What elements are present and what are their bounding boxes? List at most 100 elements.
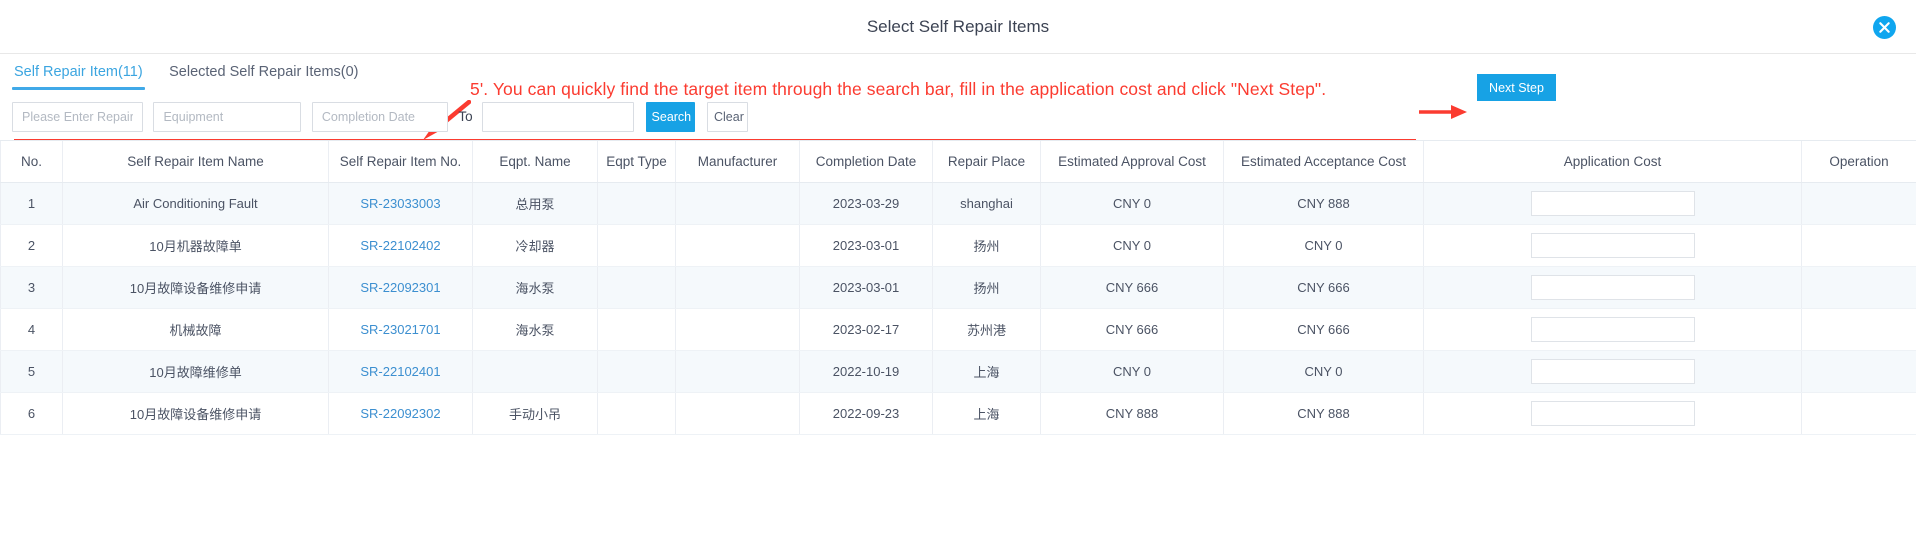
cell-eqpt-name: 冷却器 — [472, 224, 598, 267]
search-button[interactable]: Search — [645, 102, 695, 132]
col-self-repair-item-name: Self Repair Item Name — [62, 141, 329, 183]
cell-self-repair-item-no: SR-22102402 — [328, 224, 473, 267]
cell-estimated-approval-cost: CNY 666 — [1040, 308, 1224, 351]
cell-no: 4 — [0, 308, 63, 351]
table-row[interactable]: 2 10月机器故障单 SR-22102402 冷却器 2023-03-01 扬州 CNY 0… — [0, 224, 1916, 267]
cell-completion-date: 2023-03-01 — [799, 224, 933, 267]
col-repair-place: Repair Place — [932, 141, 1041, 183]
search-equipment-input[interactable] — [153, 102, 302, 132]
cell-operation — [1801, 182, 1916, 225]
search-completion-date-to-input[interactable] — [482, 102, 635, 132]
self-repair-item-no-link[interactable]: SR-23021701 — [360, 322, 440, 337]
application-cost-input[interactable] — [1530, 274, 1695, 300]
cell-estimated-approval-cost: CNY 0 — [1040, 182, 1224, 225]
self-repair-item-no-link[interactable]: SR-23033003 — [360, 196, 440, 211]
cell-application-cost — [1423, 266, 1802, 309]
cell-self-repair-item-name: 10月故障维修单 — [62, 350, 329, 393]
application-cost-input[interactable] — [1530, 190, 1695, 216]
table-row[interactable]: 1 Air Conditioning Fault SR-23033003 总用泵 202… — [0, 182, 1916, 225]
cell-estimated-acceptance-cost: CNY 666 — [1223, 266, 1424, 309]
cell-manufacturer — [675, 308, 800, 351]
cell-no: 6 — [0, 392, 63, 435]
col-estimated-acceptance-cost: Estimated Acceptance Cost — [1223, 141, 1424, 183]
cell-self-repair-item-name: 10月机器故障单 — [62, 224, 329, 267]
application-cost-input[interactable] — [1530, 316, 1695, 342]
cell-eqpt-name: 海水泵 — [472, 266, 598, 309]
cell-estimated-acceptance-cost: CNY 0 — [1223, 350, 1424, 393]
cell-application-cost — [1423, 182, 1802, 225]
self-repair-item-no-link[interactable]: SR-22102401 — [360, 364, 440, 379]
cell-completion-date: 2022-09-23 — [799, 392, 933, 435]
application-cost-input[interactable] — [1530, 400, 1695, 426]
cell-self-repair-item-no: SR-23021701 — [328, 308, 473, 351]
table-row[interactable]: 4 机械故障 SR-23021701 海水泵 2023-02-17 苏州港 CNY 666 C… — [0, 308, 1916, 351]
col-manufacturer: Manufacturer — [675, 141, 800, 183]
cell-manufacturer — [675, 266, 800, 309]
cell-estimated-acceptance-cost: CNY 888 — [1223, 392, 1424, 435]
cell-repair-place: 上海 — [932, 392, 1041, 435]
self-repair-item-no-link[interactable]: SR-22092302 — [360, 406, 440, 421]
cell-self-repair-item-name: 10月故障设备维修申请 — [62, 266, 329, 309]
col-no: No. — [0, 141, 63, 183]
search-completion-date-from-input[interactable] — [311, 102, 448, 132]
cell-operation — [1801, 308, 1916, 351]
cell-repair-place: 扬州 — [932, 266, 1041, 309]
cell-repair-place: 上海 — [932, 350, 1041, 393]
clear-button[interactable]: Clear — [706, 102, 748, 132]
cell-completion-date: 2023-02-17 — [799, 308, 933, 351]
cell-estimated-approval-cost: CNY 0 — [1040, 350, 1224, 393]
cell-self-repair-item-no: SR-23033003 — [328, 182, 473, 225]
cell-application-cost — [1423, 392, 1802, 435]
cell-application-cost — [1423, 224, 1802, 267]
cell-eqpt-name — [472, 350, 598, 393]
cell-eqpt-type — [597, 224, 676, 267]
cell-self-repair-item-name: Air Conditioning Fault — [62, 182, 329, 225]
col-eqpt-type: Eqpt Type — [597, 141, 676, 183]
cell-eqpt-type — [597, 308, 676, 351]
table-row[interactable]: 5 10月故障维修单 SR-22102401 2022-10-19 上海 CNY 0 CNY… — [0, 350, 1916, 393]
cell-application-cost — [1423, 350, 1802, 393]
table-row[interactable]: 6 10月故障设备维修申请 SR-22092302 手动小吊 2022-09-23 上海 C… — [0, 392, 1916, 435]
application-cost-input[interactable] — [1530, 358, 1695, 384]
cell-self-repair-item-name: 机械故障 — [62, 308, 329, 351]
cell-self-repair-item-no: SR-22092301 — [328, 266, 473, 309]
dialog-header: Select Self Repair Items — [0, 0, 1916, 54]
cell-manufacturer — [675, 350, 800, 393]
close-icon[interactable] — [1873, 16, 1896, 39]
col-estimated-approval-cost: Estimated Approval Cost — [1040, 141, 1224, 183]
cell-estimated-approval-cost: CNY 666 — [1040, 266, 1224, 309]
cell-no: 1 — [0, 182, 63, 225]
col-application-cost: Application Cost — [1423, 141, 1802, 183]
cell-eqpt-type — [597, 350, 676, 393]
table-header-row: No. Self Repair Item Name Self Repair It… — [0, 141, 1916, 183]
cell-eqpt-name: 海水泵 — [472, 308, 598, 351]
cell-eqpt-type — [597, 182, 676, 225]
cell-eqpt-name: 总用泵 — [472, 182, 598, 225]
cell-completion-date: 2023-03-01 — [799, 266, 933, 309]
date-range-to-label: To — [458, 109, 473, 124]
cell-operation — [1801, 350, 1916, 393]
cell-operation — [1801, 224, 1916, 267]
col-operation: Operation — [1801, 141, 1916, 183]
tab-selected-self-repair-items[interactable]: Selected Self Repair Items(0) — [167, 54, 360, 90]
table-body: 1 Air Conditioning Fault SR-23033003 总用泵 202… — [0, 182, 1916, 435]
cell-eqpt-type — [597, 392, 676, 435]
self-repair-item-no-link[interactable]: SR-22102402 — [360, 238, 440, 253]
cell-operation — [1801, 392, 1916, 435]
cell-estimated-acceptance-cost: CNY 888 — [1223, 182, 1424, 225]
page-title: Select Self Repair Items — [866, 17, 1050, 36]
cell-self-repair-item-no: SR-22102401 — [328, 350, 473, 393]
self-repair-items-table: No. Self Repair Item Name Self Repair It… — [0, 140, 1916, 435]
cell-self-repair-item-no: SR-22092302 — [328, 392, 473, 435]
cell-operation — [1801, 266, 1916, 309]
tab-self-repair-item[interactable]: Self Repair Item(11) — [12, 54, 145, 90]
col-completion-date: Completion Date — [799, 141, 933, 183]
col-self-repair-item-no: Self Repair Item No. — [328, 141, 473, 183]
search-repair-item-name-input[interactable] — [12, 102, 143, 132]
self-repair-item-no-link[interactable]: SR-22092301 — [360, 280, 440, 295]
cell-eqpt-type — [597, 266, 676, 309]
application-cost-input[interactable] — [1530, 232, 1695, 258]
search-toolbar: To Search Clear — [0, 94, 1916, 142]
table-row[interactable]: 3 10月故障设备维修申请 SR-22092301 海水泵 2023-03-01 扬州 CN… — [0, 266, 1916, 309]
cell-repair-place: 扬州 — [932, 224, 1041, 267]
